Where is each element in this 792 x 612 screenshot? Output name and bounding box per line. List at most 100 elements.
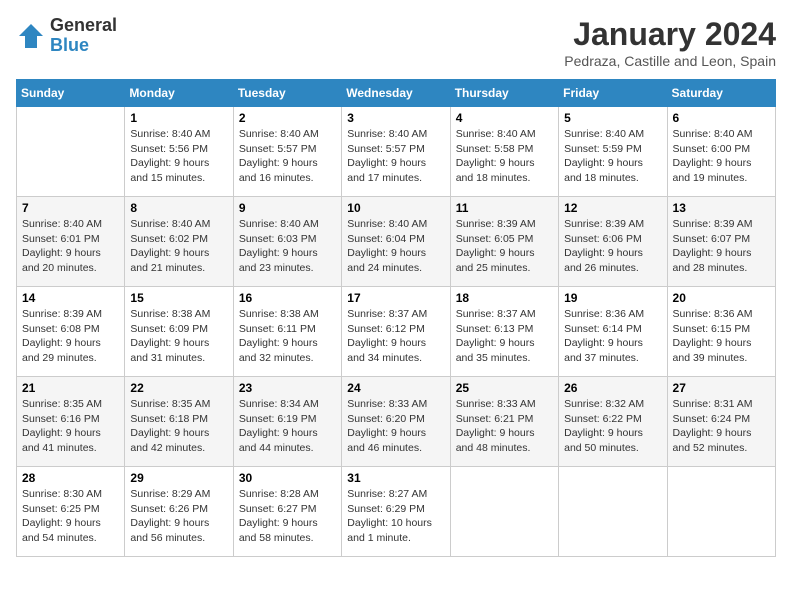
- calendar-cell: 8 Sunrise: 8:40 AMSunset: 6:02 PMDaylight…: [125, 197, 233, 287]
- day-info: Sunrise: 8:40 AMSunset: 6:00 PMDaylight:…: [673, 127, 770, 186]
- day-header-wednesday: Wednesday: [342, 80, 450, 107]
- calendar-cell: 13 Sunrise: 8:39 AMSunset: 6:07 PMDayligh…: [667, 197, 775, 287]
- day-info: Sunrise: 8:40 AMSunset: 6:02 PMDaylight:…: [130, 217, 227, 276]
- day-number: 24: [347, 381, 444, 395]
- day-number: 8: [130, 201, 227, 215]
- day-info: Sunrise: 8:33 AMSunset: 6:21 PMDaylight:…: [456, 397, 553, 456]
- calendar-cell: 28 Sunrise: 8:30 AMSunset: 6:25 PMDayligh…: [17, 467, 125, 557]
- day-number: 16: [239, 291, 336, 305]
- day-header-monday: Monday: [125, 80, 233, 107]
- day-number: 1: [130, 111, 227, 125]
- calendar-cell: [559, 467, 667, 557]
- calendar-header: SundayMondayTuesdayWednesdayThursdayFrid…: [17, 80, 776, 107]
- day-number: 4: [456, 111, 553, 125]
- day-header-friday: Friday: [559, 80, 667, 107]
- day-number: 10: [347, 201, 444, 215]
- day-header-saturday: Saturday: [667, 80, 775, 107]
- calendar-cell: 9Sunrise: 8:40 AMSunset: 6:03 PMDaylight…: [233, 197, 341, 287]
- day-info: Sunrise: 8:32 AMSunset: 6:22 PMDaylight:…: [564, 397, 661, 456]
- day-number: 27: [673, 381, 770, 395]
- day-info: Sunrise: 8:40 AMSunset: 5:59 PMDaylight:…: [564, 127, 661, 186]
- day-number: 7: [22, 201, 119, 215]
- day-info: Sunrise: 8:39 AMSunset: 6:05 PMDaylight:…: [456, 217, 553, 276]
- calendar-week-3: 14 Sunrise: 8:39 AMSunset: 6:08 PMDayligh…: [17, 287, 776, 377]
- calendar-cell: 25 Sunrise: 8:33 AMSunset: 6:21 PMDayligh…: [450, 377, 558, 467]
- calendar-cell: 23 Sunrise: 8:34 AMSunset: 6:19 PMDayligh…: [233, 377, 341, 467]
- calendar-cell: [450, 467, 558, 557]
- day-number: 26: [564, 381, 661, 395]
- day-number: 6: [673, 111, 770, 125]
- calendar-cell: 4 Sunrise: 8:40 AMSunset: 5:58 PMDaylight…: [450, 107, 558, 197]
- day-number: 20: [673, 291, 770, 305]
- calendar-cell: 17 Sunrise: 8:37 AMSunset: 6:12 PMDayligh…: [342, 287, 450, 377]
- day-info: Sunrise: 8:40 AMSunset: 5:58 PMDaylight:…: [456, 127, 553, 186]
- day-info: Sunrise: 8:31 AMSunset: 6:24 PMDaylight:…: [673, 397, 770, 456]
- calendar-cell: 21 Sunrise: 8:35 AMSunset: 6:16 PMDayligh…: [17, 377, 125, 467]
- day-info: Sunrise: 8:36 AMSunset: 6:15 PMDaylight:…: [673, 307, 770, 366]
- page-header: General Blue January 2024 Pedraza, Casti…: [16, 16, 776, 69]
- day-header-thursday: Thursday: [450, 80, 558, 107]
- calendar-cell: 31 Sunrise: 8:27 AMSunset: 6:29 PMDayligh…: [342, 467, 450, 557]
- day-number: 13: [673, 201, 770, 215]
- calendar-cell: 6 Sunrise: 8:40 AMSunset: 6:00 PMDaylight…: [667, 107, 775, 197]
- day-info: Sunrise: 8:39 AMSunset: 6:08 PMDaylight:…: [22, 307, 119, 366]
- calendar-cell: 22 Sunrise: 8:35 AMSunset: 6:18 PMDayligh…: [125, 377, 233, 467]
- day-number: 22: [130, 381, 227, 395]
- day-info: Sunrise: 8:39 AMSunset: 6:07 PMDaylight:…: [673, 217, 770, 276]
- calendar-cell: 15 Sunrise: 8:38 AMSunset: 6:09 PMDayligh…: [125, 287, 233, 377]
- day-header-tuesday: Tuesday: [233, 80, 341, 107]
- day-info: Sunrise: 8:28 AMSunset: 6:27 PMDaylight:…: [239, 487, 336, 546]
- day-number: 17: [347, 291, 444, 305]
- logo-line1: General: [50, 16, 117, 36]
- day-info: Sunrise: 8:35 AMSunset: 6:18 PMDaylight:…: [130, 397, 227, 456]
- day-header-sunday: Sunday: [17, 80, 125, 107]
- day-number: 3: [347, 111, 444, 125]
- day-number: 29: [130, 471, 227, 485]
- title-block: January 2024 Pedraza, Castille and Leon,…: [564, 16, 776, 69]
- day-info: Sunrise: 8:37 AMSunset: 6:13 PMDaylight:…: [456, 307, 553, 366]
- logo-text: General Blue: [50, 16, 117, 56]
- calendar-cell: 1 Sunrise: 8:40 AMSunset: 5:56 PMDaylight…: [125, 107, 233, 197]
- calendar-cell: 5 Sunrise: 8:40 AMSunset: 5:59 PMDaylight…: [559, 107, 667, 197]
- day-number: 14: [22, 291, 119, 305]
- calendar-cell: 18Sunrise: 8:37 AMSunset: 6:13 PMDayligh…: [450, 287, 558, 377]
- day-number: 30: [239, 471, 336, 485]
- calendar-cell: 27 Sunrise: 8:31 AMSunset: 6:24 PMDayligh…: [667, 377, 775, 467]
- calendar-cell: 24Sunrise: 8:33 AMSunset: 6:20 PMDayligh…: [342, 377, 450, 467]
- day-number: 28: [22, 471, 119, 485]
- day-number: 5: [564, 111, 661, 125]
- day-info: Sunrise: 8:34 AMSunset: 6:19 PMDaylight:…: [239, 397, 336, 456]
- calendar-week-1: 1 Sunrise: 8:40 AMSunset: 5:56 PMDaylight…: [17, 107, 776, 197]
- day-info: Sunrise: 8:39 AMSunset: 6:06 PMDaylight:…: [564, 217, 661, 276]
- calendar-cell: 20 Sunrise: 8:36 AMSunset: 6:15 PMDayligh…: [667, 287, 775, 377]
- day-number: 15: [130, 291, 227, 305]
- calendar-cell: 26 Sunrise: 8:32 AMSunset: 6:22 PMDayligh…: [559, 377, 667, 467]
- day-number: 19: [564, 291, 661, 305]
- day-number: 31: [347, 471, 444, 485]
- calendar-cell: 11 Sunrise: 8:39 AMSunset: 6:05 PMDayligh…: [450, 197, 558, 287]
- calendar-week-4: 21 Sunrise: 8:35 AMSunset: 6:16 PMDayligh…: [17, 377, 776, 467]
- calendar-cell: [17, 107, 125, 197]
- header-row: SundayMondayTuesdayWednesdayThursdayFrid…: [17, 80, 776, 107]
- calendar-cell: 16Sunrise: 8:38 AMSunset: 6:11 PMDayligh…: [233, 287, 341, 377]
- day-info: Sunrise: 8:35 AMSunset: 6:16 PMDaylight:…: [22, 397, 119, 456]
- day-info: Sunrise: 8:40 AMSunset: 5:57 PMDaylight:…: [347, 127, 444, 186]
- day-number: 21: [22, 381, 119, 395]
- logo: General Blue: [16, 16, 117, 56]
- calendar-cell: 30 Sunrise: 8:28 AMSunset: 6:27 PMDayligh…: [233, 467, 341, 557]
- calendar-cell: 19Sunrise: 8:36 AMSunset: 6:14 PMDayligh…: [559, 287, 667, 377]
- day-info: Sunrise: 8:38 AMSunset: 6:09 PMDaylight:…: [130, 307, 227, 366]
- calendar-body: 1 Sunrise: 8:40 AMSunset: 5:56 PMDaylight…: [17, 107, 776, 557]
- day-number: 23: [239, 381, 336, 395]
- day-info: Sunrise: 8:40 AMSunset: 6:04 PMDaylight:…: [347, 217, 444, 276]
- day-info: Sunrise: 8:30 AMSunset: 6:25 PMDaylight:…: [22, 487, 119, 546]
- calendar-cell: [667, 467, 775, 557]
- calendar-cell: 2Sunrise: 8:40 AMSunset: 5:57 PMDaylight…: [233, 107, 341, 197]
- day-number: 25: [456, 381, 553, 395]
- day-info: Sunrise: 8:40 AMSunset: 5:56 PMDaylight:…: [130, 127, 227, 186]
- logo-line2: Blue: [50, 36, 117, 56]
- calendar-table: SundayMondayTuesdayWednesdayThursdayFrid…: [16, 79, 776, 557]
- day-number: 11: [456, 201, 553, 215]
- day-info: Sunrise: 8:37 AMSunset: 6:12 PMDaylight:…: [347, 307, 444, 366]
- day-info: Sunrise: 8:27 AMSunset: 6:29 PMDaylight:…: [347, 487, 444, 546]
